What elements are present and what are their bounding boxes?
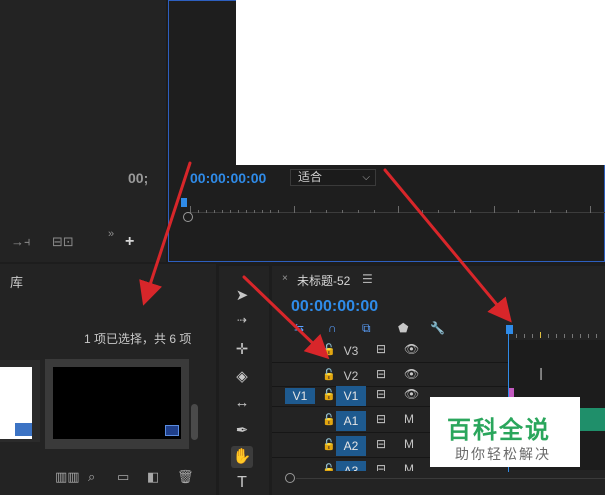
sync-lock-icon[interactable]: ⊟	[376, 412, 386, 426]
program-time-ruler[interactable]	[176, 195, 605, 217]
timeline-ruler[interactable]	[512, 328, 605, 338]
lock-icon[interactable]: 🔓	[322, 388, 336, 401]
more-icon[interactable]: »	[108, 228, 114, 240]
track-label[interactable]: V3	[336, 341, 366, 361]
eye-icon[interactable]: 👁	[404, 367, 419, 381]
lock-icon[interactable]: 🔓	[322, 343, 336, 356]
search-icon[interactable]: ⌕	[88, 469, 95, 485]
selection-tool-icon[interactable]: ➤	[231, 286, 253, 304]
timeline-timecode[interactable]: 00:00:00:00	[291, 298, 378, 316]
mute-button[interactable]: M	[404, 412, 414, 426]
zoom-select[interactable]: 适合 ⌵	[290, 169, 376, 186]
library-title[interactable]: 库	[10, 272, 23, 291]
panel-menu-icon[interactable]: ☰	[362, 272, 373, 286]
sync-lock-icon[interactable]: ⊟	[376, 342, 386, 356]
lock-icon[interactable]: 🔓	[322, 413, 336, 426]
chevron-down-icon: ⌵	[362, 172, 370, 183]
lock-icon[interactable]: 🔓	[322, 438, 336, 451]
track-label[interactable]: V2	[336, 366, 366, 386]
source-timecode: 00;	[128, 170, 149, 186]
timeline-horizontal-scrollbar[interactable]	[296, 478, 605, 479]
lock-icon[interactable]: 🔓	[322, 463, 336, 471]
type-tool-icon[interactable]: T	[231, 474, 253, 492]
nest-icon[interactable]: ⇆	[294, 321, 304, 335]
close-icon[interactable]: ×	[282, 273, 288, 284]
track-label[interactable]: A2	[336, 436, 366, 456]
zoom-scroll-handle[interactable]	[183, 212, 193, 222]
pen-tool-icon[interactable]: ✒	[231, 421, 253, 439]
sync-lock-icon[interactable]: ⊟	[376, 437, 386, 451]
linked-selection-icon[interactable]: ⧉	[362, 321, 371, 336]
list-view-icon[interactable]: ▥▥	[55, 469, 80, 485]
track-label[interactable]: A1	[336, 411, 366, 431]
sync-lock-icon[interactable]: ⊟	[376, 462, 386, 471]
timeline-zoom-handle[interactable]	[285, 473, 295, 483]
new-bin-icon[interactable]: ▭	[117, 469, 129, 485]
sync-lock-icon[interactable]: ⊟	[376, 387, 386, 401]
track-label[interactable]: V1	[336, 386, 366, 406]
razor-tool-icon[interactable]: ◈	[231, 367, 253, 385]
extract-icon[interactable]: →⫞	[11, 234, 31, 250]
library-item-thumbnail[interactable]	[0, 360, 40, 442]
track-header-v3[interactable]: 🔓 V3 ⊟ 👁	[272, 339, 508, 363]
watermark-subtitle: 助你轻松解决	[455, 446, 551, 462]
program-playhead[interactable]	[181, 198, 187, 207]
snap-magnet-icon[interactable]: ∩	[328, 321, 337, 335]
wrench-icon[interactable]: 🔧	[430, 321, 445, 335]
selection-info: 1 项已选择，共 6 项	[84, 332, 192, 346]
lock-icon[interactable]: 🔓	[322, 368, 336, 381]
ripple-edit-tool-icon[interactable]: ✛	[231, 340, 253, 358]
sync-lock-icon[interactable]: ⊟	[376, 367, 386, 381]
add-marker-icon[interactable]: ⬟	[398, 321, 408, 335]
hand-tool-icon[interactable]: ✋	[231, 446, 253, 468]
marker-icon: ❘	[536, 366, 547, 380]
sequence-tab[interactable]: 未标题-52	[297, 272, 350, 289]
slip-tool-icon[interactable]: ↔	[231, 394, 253, 411]
sequence-badge-icon	[165, 425, 179, 436]
program-timecode[interactable]: 00:00:00:00	[190, 170, 266, 186]
eye-icon[interactable]: 👁	[404, 387, 419, 401]
trash-icon[interactable]: 🗑	[177, 469, 194, 485]
track-label[interactable]: A3	[336, 461, 366, 471]
left-top-panel	[0, 0, 166, 262]
library-scrollbar[interactable]	[191, 404, 198, 440]
mute-button[interactable]: M	[404, 462, 414, 471]
zoom-select-value: 适合	[298, 170, 323, 184]
library-item-thumbnail-selected[interactable]	[45, 359, 189, 449]
watermark-title: 百科全说	[447, 417, 551, 444]
export-frame-icon[interactable]: ⊟⊡	[52, 234, 74, 250]
eye-icon[interactable]: 👁	[404, 342, 419, 356]
mute-button[interactable]: M	[404, 437, 414, 451]
track-select-tool-icon[interactable]: ⇢	[231, 313, 253, 327]
sequence-badge-icon	[15, 423, 32, 436]
add-button[interactable]: +	[125, 233, 134, 251]
new-item-icon[interactable]: ◧	[147, 469, 159, 485]
program-video-frame	[236, 0, 605, 165]
